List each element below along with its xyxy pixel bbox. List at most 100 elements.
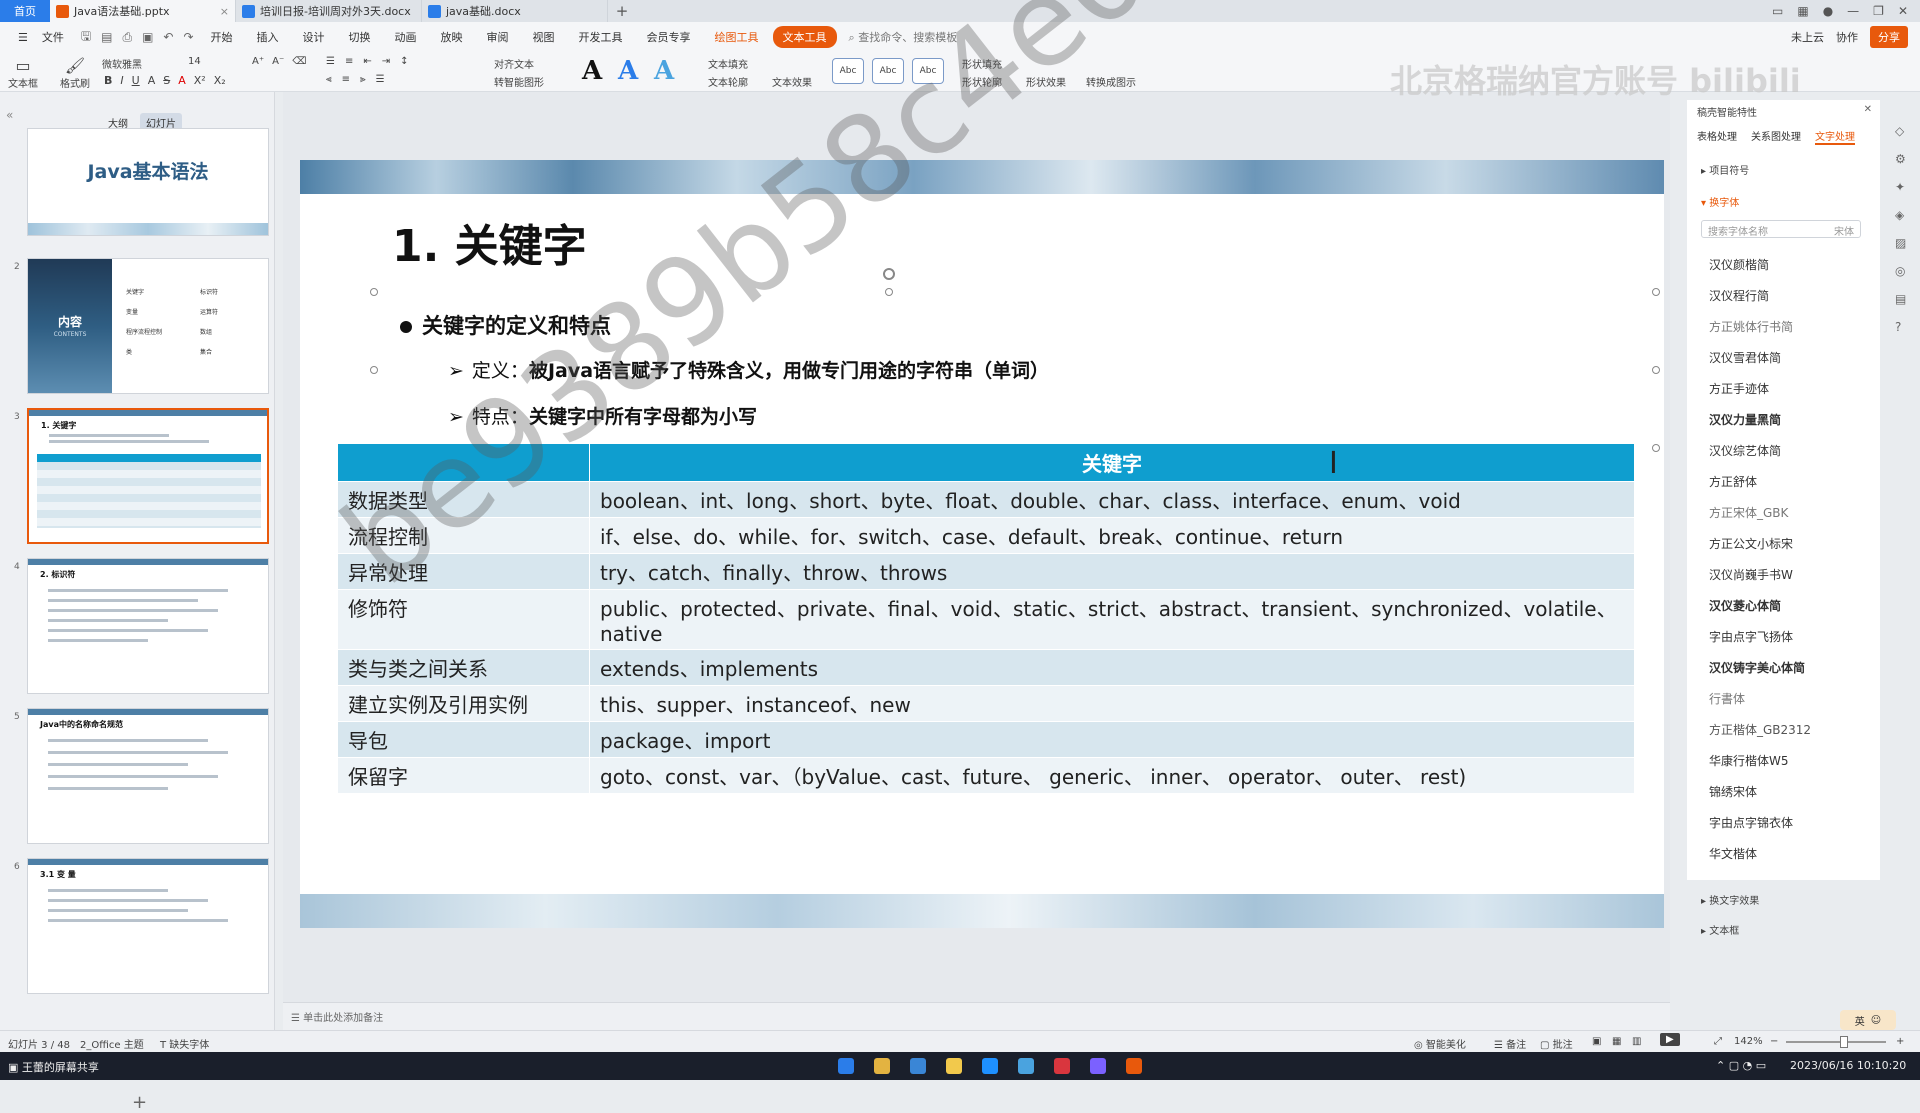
zoom-slider-thumb[interactable] [1840,1036,1848,1048]
pin-icon[interactable]: ✦ [1895,180,1909,194]
wps-icon[interactable] [1054,1058,1070,1074]
text-style-black[interactable]: A [582,56,602,86]
align-left-icon[interactable]: ⫷ [326,74,332,85]
shape-fill-button[interactable]: 形状填充 [962,56,1002,71]
category-cell[interactable]: 建立实例及引用实例 [337,685,590,722]
bullet-heading[interactable]: 关键字的定义和特点 [400,310,611,340]
chat-icon[interactable] [1018,1058,1034,1074]
zoom-level[interactable]: 142% [1734,1036,1763,1047]
home-tab[interactable]: 首页 [0,0,50,22]
sorter-view-icon[interactable]: ▦ [1612,1036,1621,1047]
category-cell[interactable]: 流程控制 [337,517,590,554]
resize-handle[interactable] [370,366,378,374]
text-fill-button[interactable]: 文本填充 [708,56,748,71]
convert-smartart-button[interactable]: 转智能图形 [494,74,544,89]
animation-icon[interactable]: ◈ [1895,208,1909,222]
screen-share-indicator[interactable]: ▣ 王蕾的屏幕共享 [8,1059,99,1075]
text-box-button[interactable]: ▭ 文本框 [8,56,38,90]
undo-icon[interactable]: ↶ [160,30,176,44]
command-search[interactable]: ⌕ 查找命令、搜索模板 [849,29,958,45]
keywords-cell[interactable]: extends、implements [589,649,1635,686]
align-text-button[interactable]: 对齐文本 [494,56,534,71]
font-item[interactable]: 字由点字锦衣体 [1709,814,1793,831]
tray-icons[interactable]: ⌃ ▢ ◔ ▭ [1716,1059,1766,1072]
header-empty-cell[interactable] [337,443,590,482]
text-effect-button[interactable]: 文本效果 [772,74,812,89]
font-name-select[interactable]: 微软雅黑 [102,56,142,71]
section-text-box[interactable]: ▸ 文本框 [1701,922,1739,937]
feature-line[interactable]: ➢ 特点：关键字中所有字母都为小写 [448,402,757,429]
font-item[interactable]: 方正姚体行书简 [1709,318,1793,335]
menu-view[interactable]: 视图 [523,29,565,45]
settings-icon[interactable]: ⚙ [1895,152,1909,166]
keywords-cell[interactable]: package、import [589,721,1635,758]
theme-name[interactable]: 2_Office 主题 [80,1036,144,1051]
text-style-outline[interactable]: A [654,56,674,86]
tab-diagram-processing[interactable]: 关系图处理 [1751,128,1801,145]
convert-figure-button[interactable]: 转换成图示 [1086,74,1136,89]
share-button[interactable]: 分享 [1870,26,1908,48]
rotate-handle-icon[interactable] [883,268,895,280]
font-item[interactable]: 汉仪铸字美心体简 [1709,659,1805,676]
align-center-icon[interactable]: ≡ [342,74,350,85]
pane-close-icon[interactable]: ✕ [1864,104,1872,115]
menu-drawing-tools[interactable]: 绘图工具 [705,29,769,45]
notes-area[interactable]: ☰ 单击此处添加备注 [283,1002,1670,1030]
indent-icon[interactable]: ⇤ [363,56,371,67]
menu-review[interactable]: 审阅 [477,29,519,45]
slide-3[interactable]: 1. 关键字 关键字的定义和特点 ➢ 定义：被Java语言赋予了特殊含义，用做专门… [300,160,1664,928]
keywords-cell[interactable]: goto、const、var、（byValue、cast、future、 gen… [589,757,1635,794]
underline-icon[interactable]: U [132,74,140,87]
font-item[interactable]: 锦绣宋体 [1709,783,1757,800]
outdent-icon[interactable]: ⇥ [382,56,390,67]
font-item[interactable]: 汉仪颜楷简 [1709,256,1769,273]
font-item[interactable]: 字由点字飞扬体 [1709,628,1793,645]
ime-indicator[interactable]: 英 ☺ [1840,1010,1896,1030]
slide-thumbnail-5[interactable]: Java中的名称命名规范 [27,708,269,844]
clock[interactable]: 2023/06/16 10:10:20 [1790,1059,1906,1072]
font-item[interactable]: 华文楷体 [1709,845,1757,862]
zoom-in-icon[interactable]: + [1896,1036,1904,1047]
shape-style-2[interactable]: Abc [872,58,904,84]
justify-icon[interactable]: ☰ [376,74,385,85]
category-cell[interactable]: 导包 [337,721,590,758]
save-icon[interactable]: 🖫 [78,27,94,48]
layout-icon[interactable]: ▭ [1772,4,1783,18]
keywords-cell[interactable]: try、catch、finally、throw、throws [589,553,1635,590]
keywords-cell[interactable]: public、protected、private、final、void、stat… [589,589,1635,650]
tab-table-processing[interactable]: 表格处理 [1697,128,1737,145]
category-cell[interactable]: 保留字 [337,757,590,794]
redo-icon[interactable]: ↷ [180,30,196,44]
shape-style-3[interactable]: Abc [912,58,944,84]
resize-handle[interactable] [885,288,893,296]
superscript-icon[interactable]: X² [194,74,206,87]
menu-text-tools[interactable]: 文本工具 [772,26,837,48]
font-item[interactable]: 汉仪综艺体简 [1709,442,1781,459]
format-painter-button[interactable]: 🖌 格式刷 [60,56,90,90]
resize-handle[interactable] [1652,288,1660,296]
help-icon[interactable]: ? [1895,320,1909,334]
header-keywords-cell[interactable]: 关键字 [589,443,1635,482]
font-item[interactable]: 行書体 [1709,690,1745,707]
category-cell[interactable]: 数据类型 [337,481,590,518]
menu-slideshow[interactable]: 放映 [431,29,473,45]
font-item[interactable]: 汉仪程行简 [1709,287,1769,304]
font-item[interactable]: 方正公文小标宋 [1709,535,1793,552]
menu-transition[interactable]: 切换 [339,29,381,45]
font-item[interactable]: 方正楷体_GB2312 [1709,721,1811,738]
keywords-cell[interactable]: if、else、do、while、for、switch、case、default… [589,517,1635,554]
notes-toggle[interactable]: ☰ 备注 [1494,1036,1526,1051]
keywords-table[interactable]: 关键字 数据类型 boolean、int、long、short、byte、flo… [337,443,1635,794]
explorer-icon[interactable] [874,1058,890,1074]
menu-insert[interactable]: 插入 [247,29,289,45]
shadow-icon[interactable]: A [148,74,156,87]
edge-icon[interactable] [838,1058,854,1074]
slide-thumbnail-1[interactable]: Java基本语法 [27,128,269,236]
bullets-icon[interactable]: ☰ [326,56,335,67]
fit-window-icon[interactable]: ⤢ [1714,1036,1722,1047]
notes-app-icon[interactable] [946,1058,962,1074]
app-icon[interactable] [982,1058,998,1074]
section-bullets[interactable]: ▸ 项目符号 [1701,162,1749,177]
shape-style-1[interactable]: Abc [832,58,864,84]
close-window-icon[interactable]: ✕ [1898,4,1908,18]
